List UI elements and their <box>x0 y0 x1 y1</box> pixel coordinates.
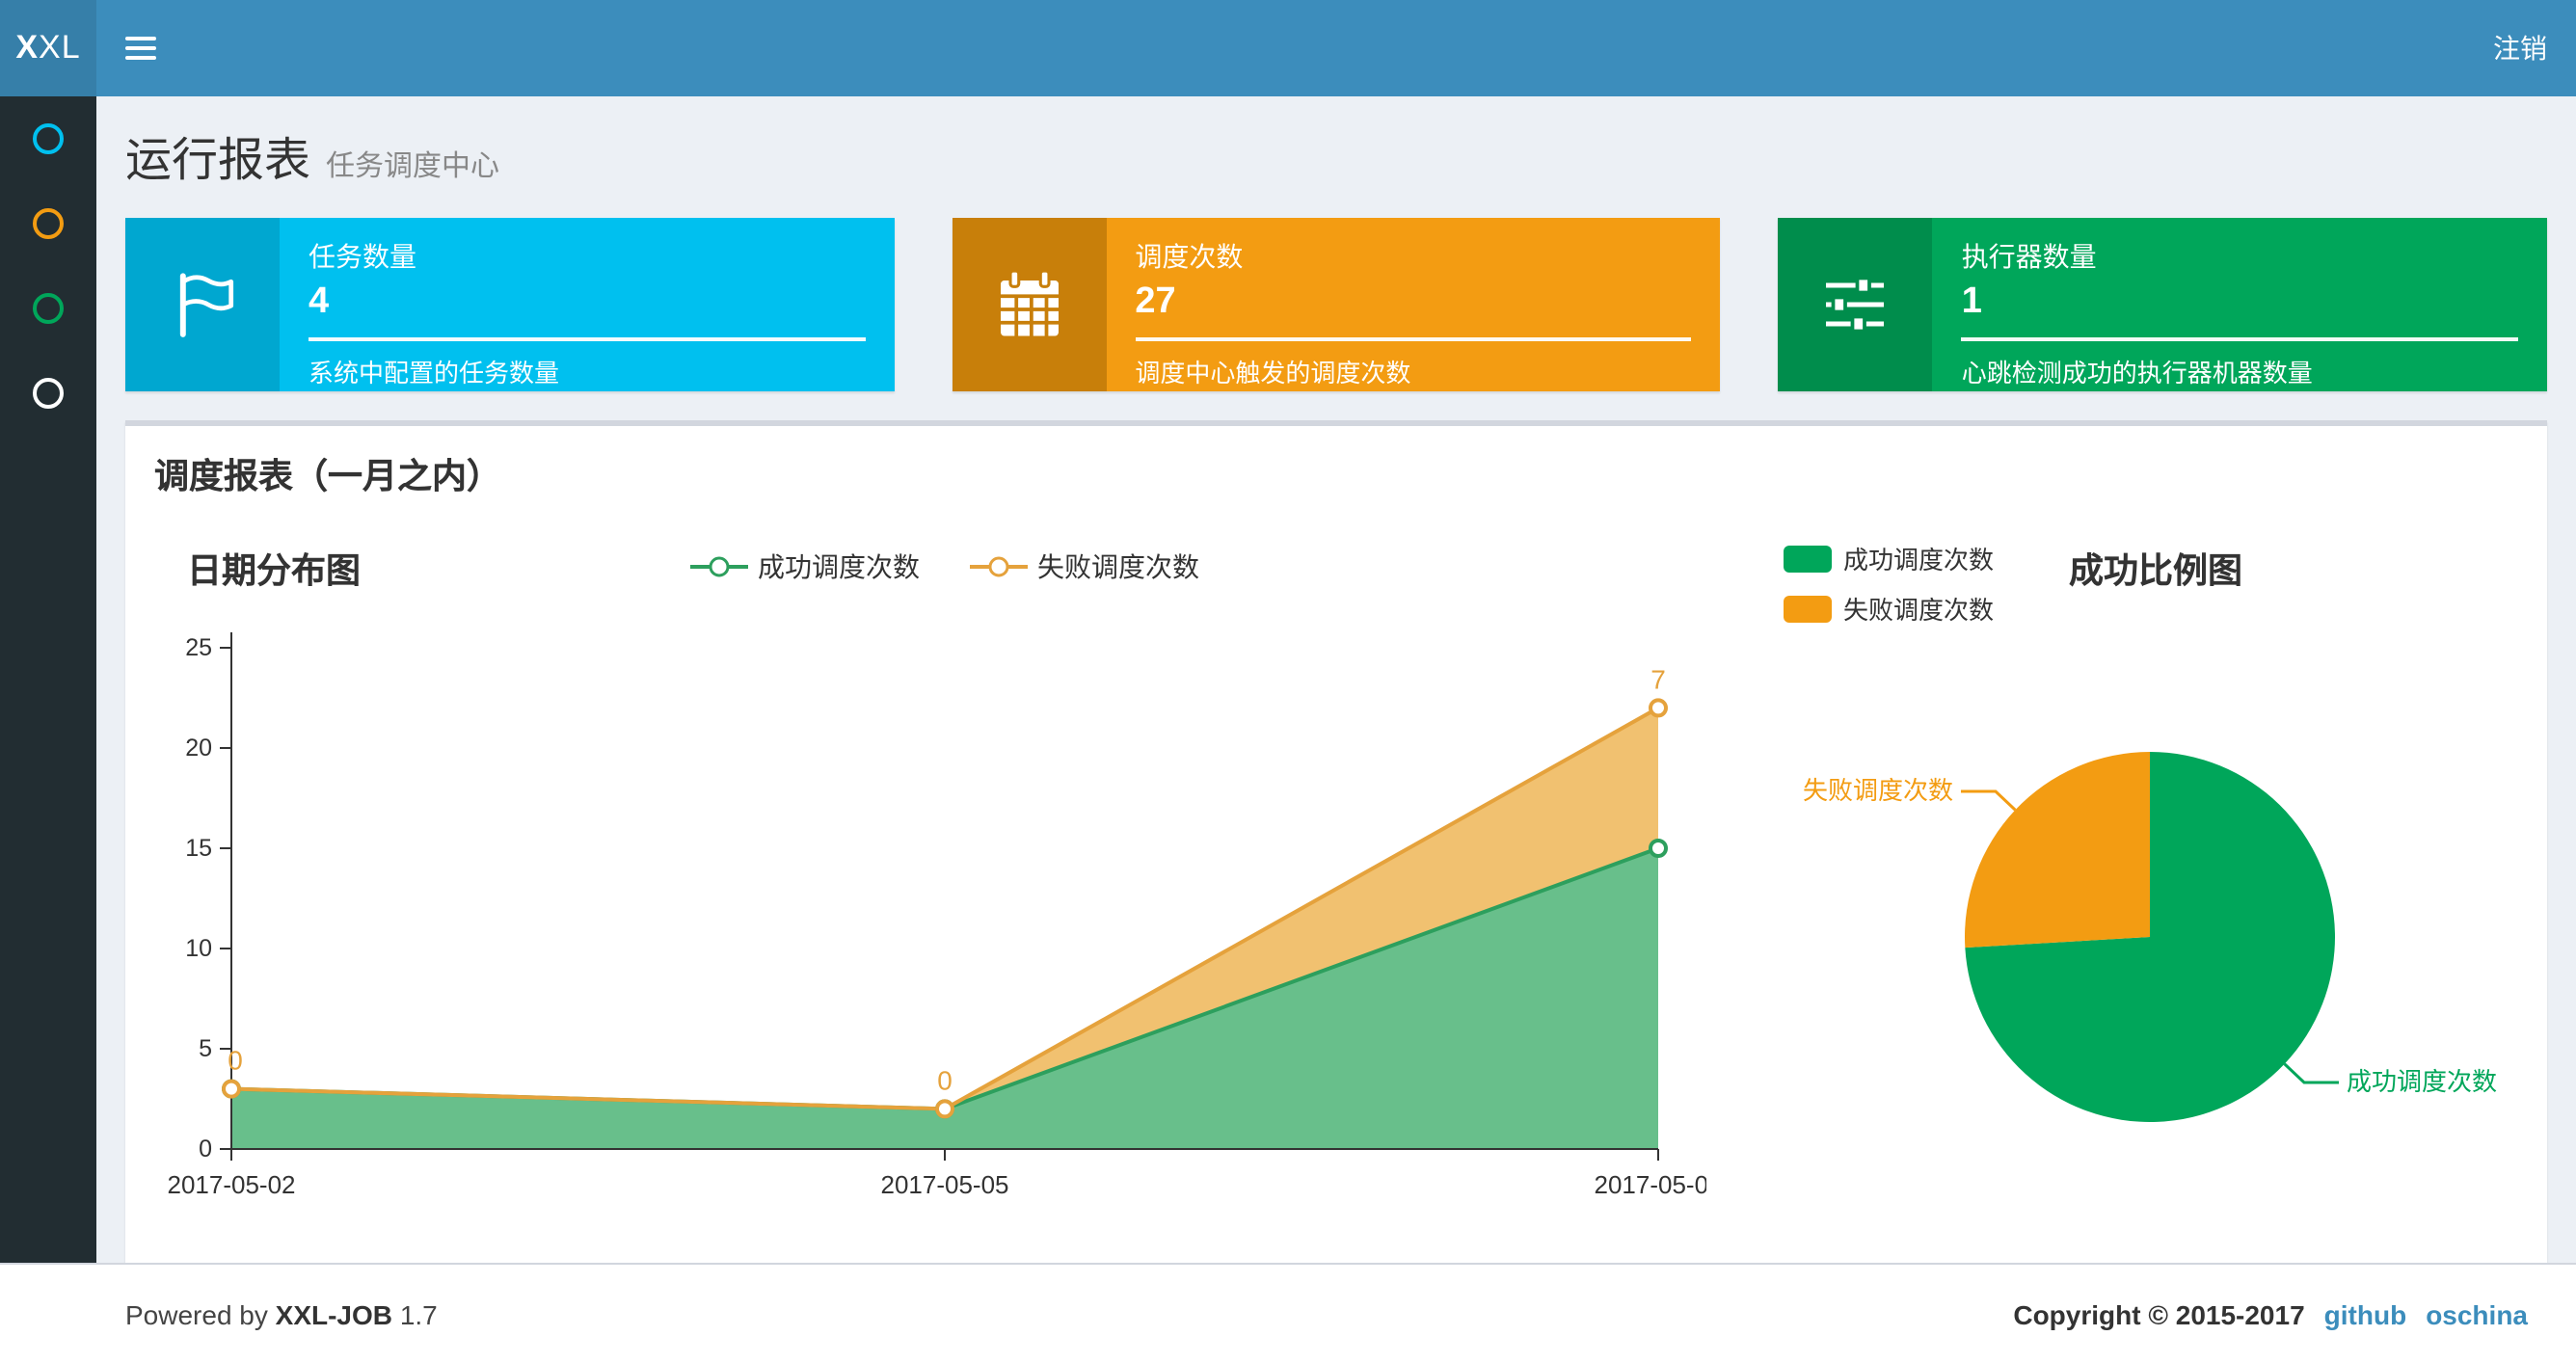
circle-icon <box>33 208 64 239</box>
x-tick-label: 2017-05-02 <box>168 1170 296 1199</box>
y-tick-label: 20 <box>185 735 212 762</box>
line-chart-legend: 成功调度次数 失败调度次数 <box>145 548 1745 586</box>
sidebar-item-2[interactable] <box>0 181 96 266</box>
stat-value: 27 <box>1135 281 1176 322</box>
stat-description: 系统中配置的任务数量 <box>309 359 560 388</box>
stat-value: 4 <box>309 281 330 322</box>
divider <box>309 337 866 341</box>
legend-item[interactable]: 成功调度次数 <box>1784 540 1994 576</box>
legend-label: 成功调度次数 <box>758 551 920 582</box>
y-tick-label: 10 <box>185 935 212 962</box>
navbar-right: 注销 <box>2464 0 2576 96</box>
sidebar-item-3[interactable] <box>0 266 96 351</box>
date-distribution-chart: 日期分布图 成功调度次数 失败调度次数 0 5 10 15 20 25 2017-05-02 2… <box>145 532 1745 1247</box>
stat-body: 执行器数量 1 心跳检测成功的执行器机器数量 <box>1932 218 2548 391</box>
logout-link[interactable]: 注销 <box>2464 0 2576 96</box>
pie-chart-title: 成功比例图 <box>2069 551 2242 590</box>
legend-label: 失败调度次数 <box>1843 596 1995 625</box>
legend-item[interactable]: 失败调度次数 <box>970 548 1199 586</box>
fail-point <box>1649 698 1668 718</box>
calendar-icon <box>952 218 1107 391</box>
pie-label-line <box>1960 789 2017 812</box>
stat-box-job-count: 任务数量 4 系统中配置的任务数量 <box>125 218 895 391</box>
area-chart-canvas[interactable]: 05101520252017-05-022017-05-052017-05-08… <box>145 605 1706 1236</box>
point-value-label: 7 <box>1650 664 1666 694</box>
sidebar-menu <box>0 96 96 1263</box>
stat-description: 心跳检测成功的执行器机器数量 <box>1961 359 2313 388</box>
y-tick-label: 0 <box>199 1136 212 1163</box>
success-ratio-chart: 成功调度次数 失败调度次数 成功比例图 成功调度次数 失败调度次数 <box>1745 532 2528 1247</box>
top-navbar: X XL 注销 <box>0 0 2576 96</box>
logo-text: XL <box>39 29 81 66</box>
stat-title: 执行器数量 <box>1961 241 2097 272</box>
stat-box-trigger-count: 调度次数 27 调度中心触发的调度次数 <box>952 218 1721 391</box>
fail-point <box>935 1099 954 1119</box>
circle-icon <box>33 293 64 324</box>
stat-value: 1 <box>1961 281 1982 322</box>
pie-chart-legend: 成功调度次数 失败调度次数 <box>1784 540 1994 627</box>
x-tick-label: 2017-05-05 <box>881 1170 1009 1199</box>
legend-label: 成功调度次数 <box>1843 546 1995 575</box>
y-tick-label: 5 <box>199 1035 212 1062</box>
logo-text-bold: X <box>15 29 40 66</box>
github-link[interactable]: github <box>2324 1298 2407 1329</box>
fail-point <box>222 1079 241 1099</box>
sliders-icon <box>1778 218 1933 391</box>
product-name: XXL-JOB <box>275 1298 393 1329</box>
flag-icon <box>125 218 280 391</box>
content-header: 运行报表 任务调度中心 <box>96 96 2576 189</box>
product-version: 1.7 <box>399 1298 438 1329</box>
xxl-job-dashboard: X XL 注销 运行报表 任务调度中心 任务数量 4 系统中配置的任务数量 调度… <box>0 0 2576 1363</box>
y-tick-label: 15 <box>185 835 212 862</box>
divider <box>1961 337 2519 341</box>
panel-title: 调度报表（一月之内） <box>154 457 501 495</box>
stat-title: 调度次数 <box>1135 241 1244 272</box>
legend-swatch <box>1784 545 1832 572</box>
stat-description: 调度中心触发的调度次数 <box>1135 359 1411 388</box>
sidebar-item-1[interactable] <box>0 96 96 181</box>
y-tick-label: 25 <box>185 634 212 661</box>
x-tick-label: 2017-05-08 <box>1595 1170 1707 1199</box>
point-value-label: 0 <box>937 1065 953 1095</box>
hamburger-icon <box>124 37 155 40</box>
stat-box-executor-count: 执行器数量 1 心跳检测成功的执行器机器数量 <box>1778 218 2548 391</box>
sidebar-toggle-button[interactable] <box>96 0 183 96</box>
oschina-link[interactable]: oschina <box>2426 1298 2528 1329</box>
legend-label: 失败调度次数 <box>1037 551 1199 582</box>
footer: Powered by XXL-JOB 1.7 Copyright © 2015-… <box>0 1263 2576 1363</box>
footer-right: Copyright © 2015-2017 github oschina <box>2013 1298 2528 1329</box>
pie-label-line <box>2283 1062 2340 1084</box>
success-point <box>1649 839 1668 858</box>
stat-title: 任务数量 <box>309 241 416 272</box>
report-panel: 调度报表（一月之内） 日期分布图 成功调度次数 失败调度次数 0 5 10 15 20 25… <box>125 420 2547 1263</box>
point-value-label: 0 <box>228 1046 243 1076</box>
pie-slice-label: 失败调度次数 <box>1803 776 1953 805</box>
pie-chart-canvas[interactable]: 成功调度次数 失败调度次数 <box>1764 628 2536 1263</box>
legend-item[interactable]: 成功调度次数 <box>690 548 920 586</box>
powered-by: Powered by XXL-JOB 1.7 <box>125 1298 438 1329</box>
legend-swatch <box>1784 595 1832 622</box>
main-content: 运行报表 任务调度中心 任务数量 4 系统中配置的任务数量 调度次数 27 调度… <box>96 96 2576 1263</box>
copyright: Copyright © 2015-2017 <box>2013 1298 2305 1329</box>
legend-item[interactable]: 失败调度次数 <box>1784 590 1994 627</box>
pie-slice <box>1965 752 2150 949</box>
panel-body: 日期分布图 成功调度次数 失败调度次数 0 5 10 15 20 25 2017-05-02 2… <box>125 522 2547 1263</box>
stat-body: 调度次数 27 调度中心触发的调度次数 <box>1106 218 1721 391</box>
circle-icon <box>33 123 64 154</box>
page-title: 运行报表 任务调度中心 <box>125 135 500 187</box>
stat-row: 任务数量 4 系统中配置的任务数量 调度次数 27 调度中心触发的调度次数 执行… <box>96 189 2576 420</box>
divider <box>1135 337 1692 341</box>
stat-body: 任务数量 4 系统中配置的任务数量 <box>280 218 895 391</box>
circle-icon <box>33 378 64 409</box>
pie-slice-label: 成功调度次数 <box>2347 1067 2497 1096</box>
sidebar-item-4[interactable] <box>0 351 96 436</box>
app-logo[interactable]: X XL <box>0 0 96 96</box>
page-subtitle: 任务调度中心 <box>326 150 500 183</box>
